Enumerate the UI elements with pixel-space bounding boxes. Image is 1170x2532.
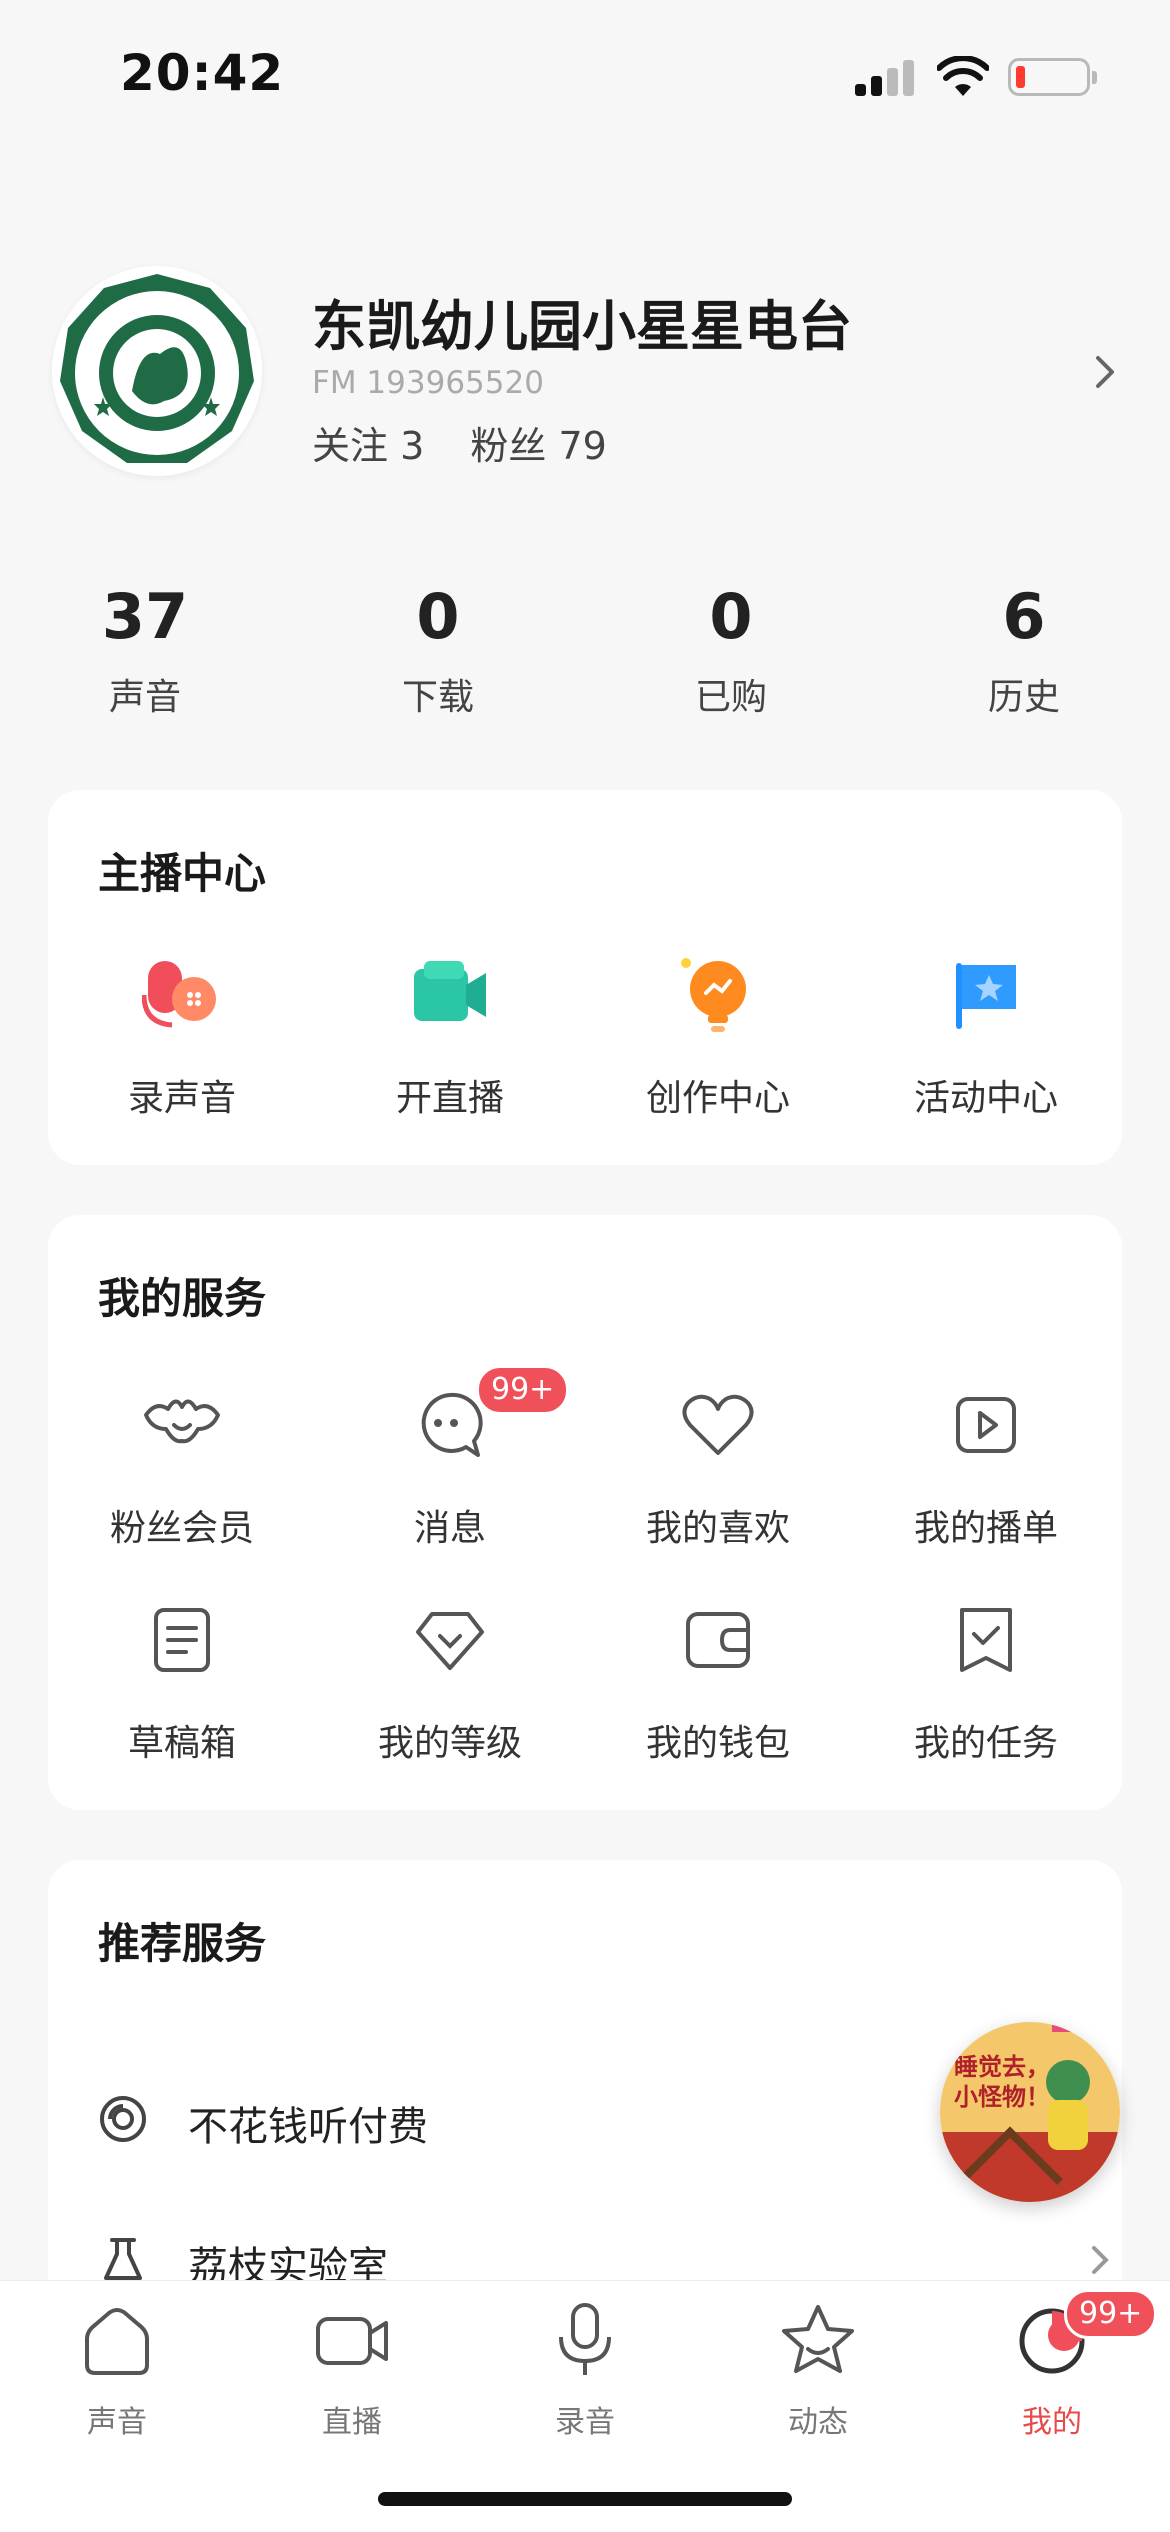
- tab-me[interactable]: 我的 99+: [972, 2289, 1158, 2441]
- creator-center-button[interactable]: 创作中心: [584, 955, 852, 1121]
- activity-center-button[interactable]: 活动中心: [852, 955, 1120, 1121]
- stat-sounds[interactable]: 37 声音: [35, 580, 255, 720]
- floating-player[interactable]: 睡觉去，小怪物！: [940, 2022, 1120, 2202]
- drafts-button[interactable]: 草稿箱: [48, 1600, 316, 1766]
- avatar[interactable]: [52, 266, 262, 476]
- stat-downloads[interactable]: 0 下载: [328, 580, 548, 720]
- heart-icon: [682, 1394, 754, 1455]
- anchor-center-card: 主播中心 录声音 开直播 创作中心 活动中心: [48, 790, 1122, 1165]
- grid-label: 我的钱包: [645, 1723, 790, 1764]
- stat-label: 下载: [401, 677, 474, 718]
- kindergarten-logo-icon: [60, 274, 254, 463]
- profile-header[interactable]: 东凯幼儿园小星星电台 FM 193965520 关注 3 粉丝 79: [0, 260, 1170, 490]
- my-playlist-button[interactable]: 我的播单: [852, 1385, 1120, 1551]
- record-voice-icon: [141, 961, 216, 1028]
- task-icon: [960, 1608, 1012, 1672]
- grid-label: 活动中心: [913, 1078, 1058, 1119]
- message-badge: 99+: [476, 1365, 570, 1415]
- section-title: 我的服务: [98, 1274, 267, 1323]
- my-services-card: 我的服务 粉丝会员 消息 99+ 我的喜欢 我的播单 草稿箱 我的等级 我的钱包…: [48, 1215, 1122, 1810]
- fan-membership-button[interactable]: 粉丝会员: [48, 1385, 316, 1551]
- playlist-icon: [956, 1397, 1016, 1453]
- my-tasks-button[interactable]: 我的任务: [852, 1600, 1120, 1766]
- tab-label: 直播: [322, 2405, 382, 2440]
- grid-label: 消息: [413, 1508, 486, 1549]
- fans-count[interactable]: 粉丝 79: [470, 424, 606, 468]
- tab-feed[interactable]: 动态: [738, 2301, 898, 2441]
- stat-label: 已购: [694, 677, 767, 718]
- start-live-button[interactable]: 开直播: [316, 955, 584, 1121]
- follow-row: 关注 3 粉丝 79: [312, 415, 641, 470]
- my-likes-button[interactable]: 我的喜欢: [584, 1385, 852, 1551]
- tab-label: 动态: [788, 2405, 848, 2440]
- creator-bulb-icon: [681, 958, 746, 1032]
- grid-label: 我的等级: [377, 1723, 522, 1764]
- stat-value: 6: [1002, 580, 1046, 653]
- level-icon: [416, 1612, 484, 1670]
- stat-value: 0: [709, 580, 753, 653]
- my-level-button[interactable]: 我的等级: [316, 1600, 584, 1766]
- grid-label: 我的任务: [913, 1723, 1058, 1764]
- chevron-right-icon: [1092, 2246, 1109, 2274]
- star-icon: [782, 2305, 854, 2373]
- stat-history[interactable]: 6 历史: [914, 580, 1134, 720]
- stats-row: 37 声音 0 下载 0 已购 6 历史: [0, 580, 1170, 730]
- stat-label: 声音: [108, 677, 181, 718]
- tab-live[interactable]: 直播: [272, 2301, 432, 2441]
- live-icon: [316, 2317, 388, 2365]
- grid-label: 粉丝会员: [109, 1508, 254, 1549]
- grid-label: 开直播: [395, 1078, 504, 1119]
- stat-label: 历史: [987, 677, 1060, 718]
- fan-membership-icon: [144, 1399, 220, 1444]
- draft-icon: [154, 1608, 210, 1672]
- free-listen-row[interactable]: 不花钱听付费: [98, 2080, 998, 2160]
- status-time: 20:42: [120, 44, 285, 102]
- grid-label: 录声音: [127, 1078, 236, 1119]
- grid-label: 我的喜欢: [645, 1508, 790, 1549]
- album-cover-icon: [940, 2022, 1120, 2202]
- album-cover-text: 睡觉去，小怪物！: [954, 2053, 1050, 2111]
- activity-flag-icon: [956, 963, 1016, 1029]
- fm-id: FM 193965520: [312, 365, 544, 401]
- section-title: 主播中心: [98, 849, 267, 898]
- section-title: 推荐服务: [98, 1919, 267, 1968]
- tab-sounds[interactable]: 声音: [37, 2301, 197, 2441]
- tab-record[interactable]: 录音: [505, 2301, 665, 2441]
- mic-icon: [559, 2303, 611, 2375]
- battery-low-icon: [1008, 58, 1097, 96]
- grid-label: 草稿箱: [127, 1723, 236, 1764]
- my-wallet-button[interactable]: 我的钱包: [584, 1600, 852, 1766]
- wifi-icon: [937, 56, 989, 96]
- profile-name: 东凯幼儿园小星星电台: [312, 295, 852, 358]
- stat-value: 37: [101, 580, 189, 653]
- home-indicator: [378, 2492, 792, 2506]
- stat-purchased[interactable]: 0 已购: [621, 580, 841, 720]
- chevron-right-icon[interactable]: [1090, 352, 1120, 392]
- home-icon: [85, 2308, 149, 2375]
- grid-label: 我的播单: [913, 1508, 1058, 1549]
- tab-label: 我的: [1022, 2405, 1082, 2440]
- signal-icon: [855, 60, 917, 96]
- messages-button[interactable]: 消息 99+: [316, 1365, 584, 1551]
- status-bar: 20:42: [0, 0, 1170, 150]
- tab-badge: 99+: [1064, 2289, 1158, 2339]
- stat-value: 0: [416, 580, 460, 653]
- record-voice-button[interactable]: 录声音: [48, 955, 316, 1121]
- row-label: 不花钱听付费: [188, 2104, 428, 2150]
- live-camera-icon: [414, 961, 486, 1021]
- grid-label: 创作中心: [645, 1078, 790, 1119]
- free-listen-icon: [100, 2096, 146, 2142]
- tab-label: 声音: [87, 2405, 147, 2440]
- following-count[interactable]: 关注 3: [312, 424, 424, 468]
- lab-flask-icon: [104, 2238, 142, 2280]
- wallet-icon: [686, 1612, 750, 1668]
- tab-label: 录音: [555, 2405, 615, 2440]
